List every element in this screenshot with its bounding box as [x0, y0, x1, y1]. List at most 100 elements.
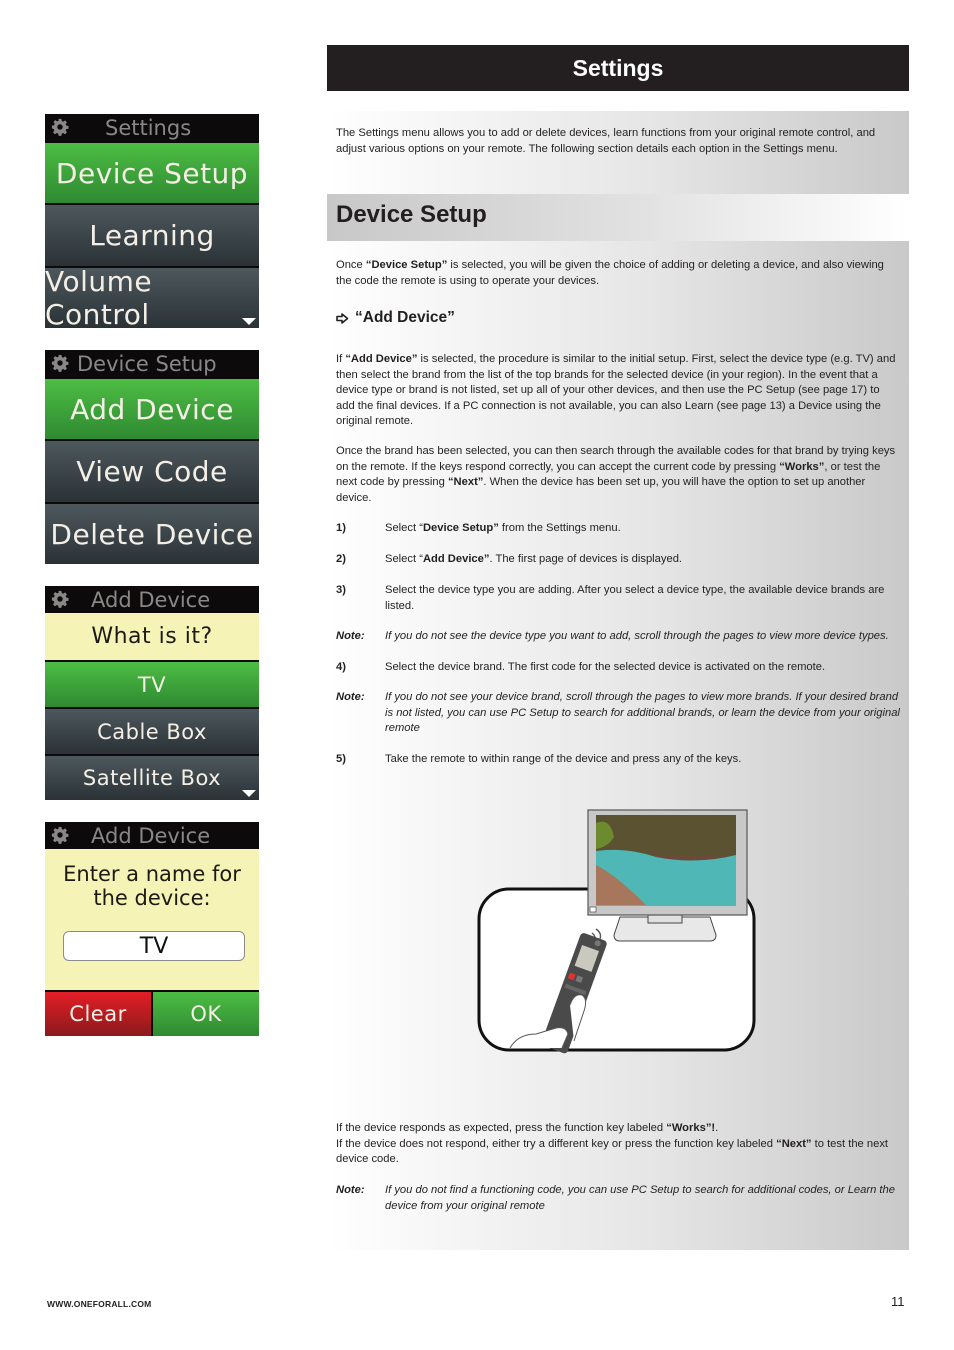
add-device-heading-text: “Add Device” [355, 309, 455, 326]
scroll-down-icon[interactable] [242, 318, 256, 325]
note-device-type: Note: If you do not see the device type … [336, 629, 901, 645]
note-label: Note: [336, 630, 365, 642]
device-type-cable-box[interactable]: Cable Box [45, 707, 259, 754]
screen-title: Add Device [91, 823, 211, 848]
menu-item-label: View Code [76, 455, 228, 488]
gear-icon [51, 118, 69, 136]
step-text: Select “Add Device”. The first page of d… [385, 552, 682, 568]
screen-header: Device Setup [45, 350, 259, 377]
text-run: Select “ [385, 522, 423, 534]
step-number: 4) [336, 661, 346, 673]
text-run: If the device does not respond, either t… [336, 1137, 777, 1150]
device-type-satellite-box[interactable]: Satellite Box [45, 754, 259, 800]
remote-screen-device-setup: Device Setup Add Device View Code Delete… [45, 350, 259, 564]
add-device-heading: “Add Device” [336, 309, 455, 327]
add-device-paragraph: If “Add Device” is selected, the procedu… [336, 352, 901, 430]
note-text: If you do not see your device brand, scr… [385, 691, 900, 734]
result-paragraph: If the device responds as expected, pres… [336, 1121, 901, 1168]
text-bold: “Device Setup” [365, 259, 448, 271]
note-device-brand: Note: If you do not see your device bran… [336, 690, 901, 737]
prompt-text: What is it? [45, 613, 259, 660]
section-title: Device Setup [336, 201, 487, 228]
gear-icon [51, 590, 69, 608]
text-bold: “Works”! [666, 1122, 716, 1134]
device-type-tv[interactable]: TV [45, 660, 259, 707]
text-bold: “Next” [776, 1137, 812, 1150]
screen-header: Add Device [45, 822, 259, 849]
note-text: If you do not find a functioning code, y… [385, 1184, 895, 1212]
step-number: 2) [336, 553, 346, 565]
footer-url[interactable]: WWW.ONEFORALL.COM [47, 1299, 151, 1309]
menu-item-view-code[interactable]: View Code [45, 439, 259, 502]
scroll-down-icon[interactable] [242, 790, 256, 797]
screen-title: Settings [105, 115, 192, 140]
step-number: 5) [336, 753, 346, 765]
text-run: Once [336, 259, 366, 271]
clear-label: Clear [69, 1002, 127, 1026]
result-line-next: If the device does not respond, either t… [336, 1137, 901, 1168]
step-text: Select the device brand. The first code … [385, 661, 826, 673]
screen-title: Add Device [91, 587, 211, 612]
clear-button[interactable]: Clear [45, 992, 153, 1036]
device-name-input[interactable]: TV [63, 931, 245, 961]
step-text: Select the device type you are adding. A… [385, 584, 885, 612]
text-run: If the device responds as expected, pres… [336, 1122, 667, 1134]
menu-item-label: Delete Device [50, 517, 254, 551]
page-banner: Settings [327, 45, 909, 91]
remote-screen-add-device-name: Add Device Enter a name for the device: … [45, 822, 259, 1036]
menu-item-device-setup[interactable]: Device Setup [45, 141, 259, 203]
ok-label: OK [190, 1002, 222, 1026]
menu-item-label: Cable Box [97, 719, 207, 744]
remote-screen-settings: Settings Device Setup Learning Volume Co… [45, 114, 259, 331]
text-bold: Add Device” [422, 553, 490, 565]
menu-item-label: Add Device [70, 392, 234, 426]
remote-tv-illustration [477, 809, 756, 1054]
page-number: 11 [891, 1294, 905, 1309]
text-bold: “Add Device” [345, 353, 418, 365]
step-5: 5) Take the remote to within range of th… [336, 752, 901, 768]
note-final: Note: If you do not find a functioning c… [336, 1183, 901, 1214]
prompt-line: Enter a name for [63, 862, 241, 886]
note-label: Note: [336, 1184, 365, 1196]
step-2: 2) Select “Add Device”. The first page o… [336, 552, 901, 568]
step-3: 3) Select the device type you are adding… [336, 583, 901, 614]
menu-item-delete-device[interactable]: Delete Device [45, 502, 259, 564]
menu-item-label: TV [137, 672, 167, 697]
text-run: If [336, 353, 346, 365]
name-prompt: Enter a name for the device: [45, 862, 259, 910]
tv-power-icon [589, 906, 597, 913]
section-header: Device Setup [327, 194, 909, 241]
arrow-right-icon [336, 312, 349, 324]
banner-title: Settings [572, 54, 664, 81]
intro-text: The Settings menu allows you to add or d… [336, 127, 876, 155]
gear-icon [51, 354, 69, 372]
step-number: 3) [336, 584, 346, 596]
menu-item-label: Device Setup [55, 156, 249, 190]
remote-screen-add-device-type: Add Device What is it? TV Cable Box Sate… [45, 586, 259, 800]
ok-button[interactable]: OK [153, 992, 259, 1036]
text-run: is selected, the procedure is similar to… [336, 353, 896, 427]
step-1: 1) Select “Device Setup” from the Settin… [336, 521, 901, 537]
step-text: Select “Device Setup” from the Settings … [385, 521, 621, 537]
gear-icon [51, 826, 69, 844]
screen-header: Settings [45, 114, 259, 141]
screen-header: Add Device [45, 586, 259, 613]
note-label: Note: [336, 691, 365, 703]
text-bold: “Works” [779, 460, 825, 473]
prompt-line: the device: [93, 886, 211, 910]
text-run: from the Settings menu. [498, 522, 621, 534]
step-number: 1) [336, 522, 346, 534]
screen-title: Device Setup [77, 351, 217, 376]
device-name-value: TV [139, 933, 169, 959]
menu-item-label: Satellite Box [82, 766, 222, 790]
menu-item-add-device[interactable]: Add Device [45, 377, 259, 439]
step-4: 4) Select the device brand. The first co… [336, 660, 901, 676]
menu-item-volume-control[interactable]: Volume Control [45, 265, 259, 331]
text-run: . [715, 1122, 719, 1134]
menu-item-label: Volume Control [45, 265, 153, 331]
text-bold: “Next” [447, 476, 484, 488]
menu-item-learning[interactable]: Learning [45, 203, 259, 266]
device-setup-intro: Once “Device Setup” is selected, you wil… [336, 258, 896, 289]
text-run: . The first page of devices is displayed… [489, 553, 683, 565]
menu-item-label: Learning [89, 219, 215, 252]
